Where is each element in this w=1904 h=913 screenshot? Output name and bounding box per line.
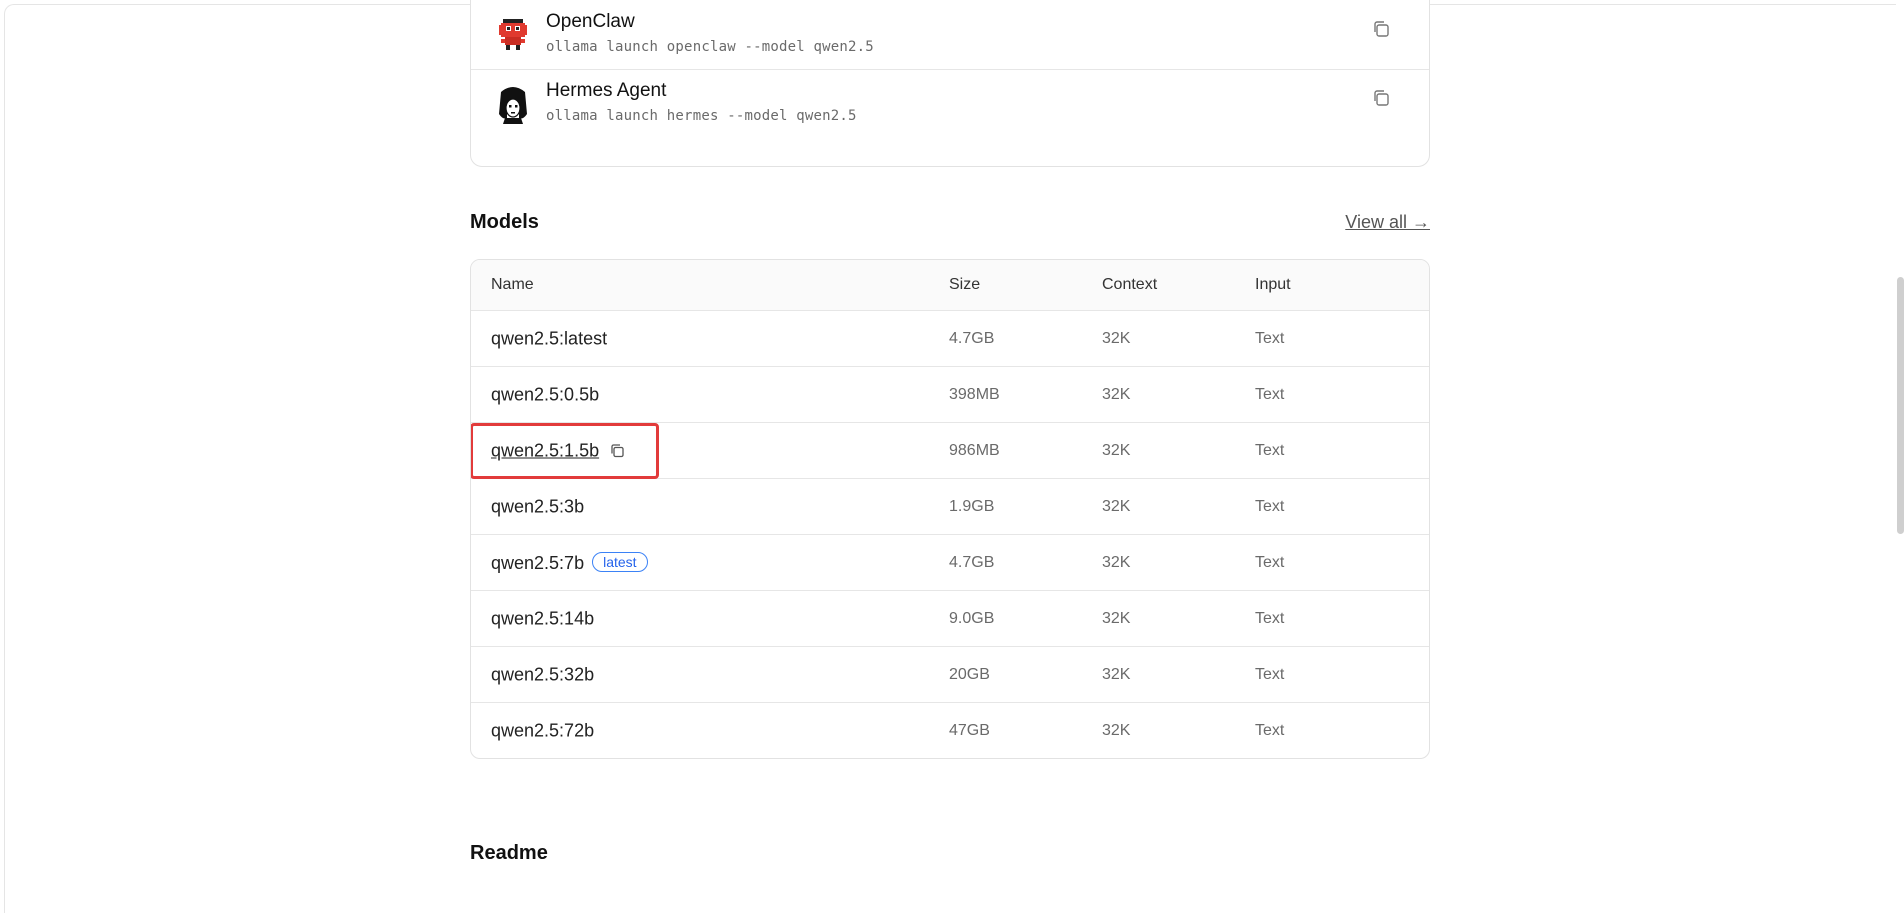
model-context: 32K bbox=[1102, 609, 1131, 627]
table-row[interactable]: qwen2.5:72b 47GB 32K Text bbox=[471, 703, 1429, 758]
column-header-name: Name bbox=[491, 276, 534, 293]
model-name-link[interactable]: qwen2.5:latest bbox=[491, 328, 607, 349]
model-name-link[interactable]: qwen2.5:3b bbox=[491, 496, 584, 517]
model-name-link[interactable]: qwen2.5:7b bbox=[491, 553, 584, 573]
model-size: 398MB bbox=[949, 385, 1000, 403]
integration-command: ollama launch hermes --model qwen2.5 bbox=[546, 108, 857, 124]
model-context: 32K bbox=[1102, 665, 1131, 683]
model-context: 32K bbox=[1102, 721, 1131, 739]
model-name-link[interactable]: qwen2.5:14b bbox=[491, 608, 594, 629]
model-size: 4.7GB bbox=[949, 553, 995, 571]
model-context: 32K bbox=[1102, 329, 1131, 347]
model-input: Text bbox=[1255, 609, 1285, 627]
openclaw-robot-icon bbox=[499, 19, 527, 50]
hermes-agent-avatar-icon bbox=[493, 84, 533, 124]
model-size: 47GB bbox=[949, 721, 990, 739]
view-all-link[interactable]: View all → bbox=[1345, 212, 1430, 233]
table-row[interactable]: qwen2.5:7b latest 4.7GB 32K Text bbox=[471, 535, 1429, 591]
model-name-link[interactable]: qwen2.5:1.5b bbox=[491, 440, 599, 460]
model-input: Text bbox=[1255, 721, 1285, 739]
model-name-cell: qwen2.5:7b latest bbox=[491, 551, 648, 574]
table-row[interactable]: qwen2.5:32b 20GB 32K Text bbox=[471, 647, 1429, 703]
models-table: Name Size Context Input qwen2.5:latest 4… bbox=[470, 259, 1430, 759]
table-header: Name Size Context Input bbox=[471, 260, 1429, 311]
column-header-context: Context bbox=[1102, 276, 1158, 293]
table-row[interactable]: qwen2.5:3b 1.9GB 32K Text bbox=[471, 479, 1429, 535]
integration-command: ollama launch openclaw --model qwen2.5 bbox=[546, 39, 874, 55]
copy-icon[interactable] bbox=[1371, 88, 1391, 108]
model-context: 32K bbox=[1102, 553, 1131, 571]
model-context: 32K bbox=[1102, 497, 1131, 515]
integration-name: Hermes Agent bbox=[546, 80, 667, 101]
model-input: Text bbox=[1255, 329, 1285, 347]
table-row[interactable]: qwen2.5:latest 4.7GB 32K Text bbox=[471, 311, 1429, 367]
column-header-input: Input bbox=[1255, 276, 1291, 293]
model-size: 9.0GB bbox=[949, 609, 995, 627]
model-input: Text bbox=[1255, 385, 1285, 403]
scrollbar[interactable] bbox=[1896, 4, 1904, 913]
integration-row-hermes[interactable]: Hermes Agent ollama launch hermes --mode… bbox=[471, 70, 1429, 150]
table-row[interactable]: qwen2.5:0.5b 398MB 32K Text bbox=[471, 367, 1429, 423]
latest-badge: latest bbox=[592, 551, 648, 572]
model-input: Text bbox=[1255, 553, 1285, 571]
model-size: 4.7GB bbox=[949, 329, 995, 347]
model-name-cell: qwen2.5:1.5b bbox=[491, 440, 625, 461]
model-name-link[interactable]: qwen2.5:32b bbox=[491, 664, 594, 685]
scrollbar-thumb[interactable] bbox=[1897, 277, 1904, 534]
integrations-card: OpenClaw ollama launch openclaw --model … bbox=[470, 0, 1430, 167]
copy-icon[interactable] bbox=[1371, 19, 1391, 39]
model-size: 986MB bbox=[949, 441, 1000, 459]
copy-icon[interactable] bbox=[609, 442, 625, 458]
integration-name: OpenClaw bbox=[546, 11, 635, 32]
model-input: Text bbox=[1255, 665, 1285, 683]
model-size: 1.9GB bbox=[949, 497, 995, 515]
models-section-title: Models bbox=[470, 211, 539, 233]
readme-section-title: Readme bbox=[470, 842, 548, 864]
model-size: 20GB bbox=[949, 665, 990, 683]
model-context: 32K bbox=[1102, 441, 1131, 459]
table-row[interactable]: qwen2.5:14b 9.0GB 32K Text bbox=[471, 591, 1429, 647]
table-row[interactable]: qwen2.5:1.5b 986MB 32K Text bbox=[471, 423, 1429, 479]
model-context: 32K bbox=[1102, 385, 1131, 403]
model-input: Text bbox=[1255, 441, 1285, 459]
column-header-size: Size bbox=[949, 276, 981, 293]
integration-row-openclaw[interactable]: OpenClaw ollama launch openclaw --model … bbox=[471, 1, 1429, 70]
model-name-link[interactable]: qwen2.5:0.5b bbox=[491, 384, 599, 405]
model-name-link[interactable]: qwen2.5:72b bbox=[491, 720, 594, 741]
model-input: Text bbox=[1255, 497, 1285, 515]
